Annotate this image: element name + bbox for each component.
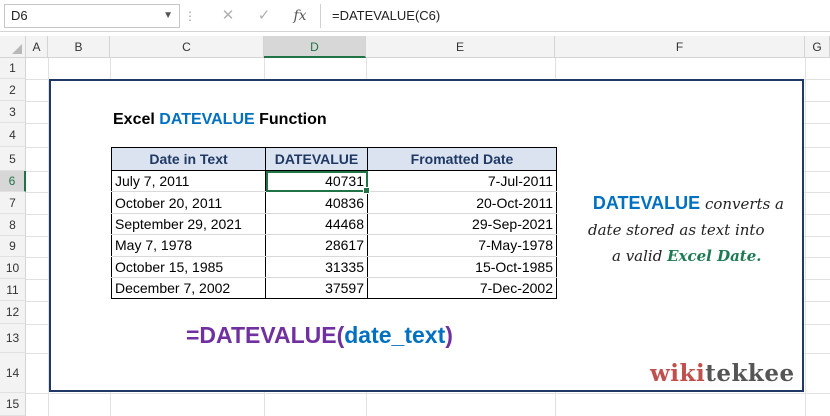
title-highlight: DATEVALUE xyxy=(159,111,255,128)
title-prefix: Excel xyxy=(113,111,160,128)
cell-formatted-date[interactable]: 7-Jul-2011 xyxy=(367,170,557,193)
cell-date-text[interactable]: October 20, 2011 xyxy=(111,191,266,214)
wikitekkee-logo: wikitekkee xyxy=(650,360,795,387)
row-header-3[interactable]: 3 xyxy=(0,101,26,123)
row-header-4[interactable]: 4 xyxy=(0,123,26,147)
function-syntax: =DATEVALUE(date_text) xyxy=(186,322,453,349)
row-header-15[interactable]: 15 xyxy=(0,393,26,416)
syntax-argument: date_text xyxy=(344,322,446,348)
header-date-in-text[interactable]: Date in Text xyxy=(111,147,266,171)
header-datevalue[interactable]: DATEVALUE xyxy=(265,147,368,171)
select-all-button[interactable] xyxy=(0,36,26,58)
cell-date-text[interactable]: December 7, 2002 xyxy=(111,277,266,300)
note-line3-highlight: Excel Date. xyxy=(667,247,762,265)
cell-datevalue[interactable]: 37597 xyxy=(265,277,368,300)
description-note: DATEVALUE converts a date stored as text… xyxy=(572,190,792,269)
column-header-d[interactable]: D xyxy=(264,36,366,58)
cell-formatted-date[interactable]: 7-May-1978 xyxy=(367,234,557,257)
row-header-14[interactable]: 14 xyxy=(0,353,26,393)
row-header-11[interactable]: 11 xyxy=(0,279,26,301)
cell-date-text[interactable]: May 7, 1978 xyxy=(111,234,266,257)
resize-handle-icon[interactable]: ⋮ xyxy=(184,8,196,24)
note-line3-prefix: a valid xyxy=(612,247,668,265)
table-row: October 15, 1985 31335 15-Oct-1985 xyxy=(111,256,557,278)
row-header-2[interactable]: 2 xyxy=(0,79,26,101)
table-row: December 7, 2002 37597 7-Dec-2002 xyxy=(111,277,557,300)
cell-formatted-date[interactable]: 29-Sep-2021 xyxy=(367,213,557,236)
row-header-9[interactable]: 9 xyxy=(0,236,26,257)
cell-date-text[interactable]: July 7, 2011 xyxy=(111,170,266,193)
note-line2: date stored as text into xyxy=(588,221,765,239)
formula-bar-divider xyxy=(320,4,321,28)
page-title: Excel DATEVALUE Function xyxy=(113,111,327,129)
table-row: October 20, 2011 40836 20-Oct-2011 xyxy=(111,191,557,214)
cell-datevalue[interactable]: 44468 xyxy=(265,213,368,236)
cell-formatted-date[interactable]: 20-Oct-2011 xyxy=(367,191,557,214)
formula-input[interactable]: =DATEVALUE(C6) xyxy=(322,4,830,28)
name-box[interactable]: D6 ▼ xyxy=(4,4,180,28)
title-suffix: Function xyxy=(254,111,327,128)
cell-datevalue[interactable]: 40836 xyxy=(265,191,368,214)
cell-formatted-date[interactable]: 15-Oct-1985 xyxy=(367,256,557,278)
table-row: September 29, 2021 44468 29-Sep-2021 xyxy=(111,213,557,236)
row-header-7[interactable]: 7 xyxy=(0,192,26,214)
column-header-e[interactable]: E xyxy=(366,36,555,58)
note-line1: converts a xyxy=(700,195,784,213)
syntax-function: =DATEVALUE( xyxy=(186,322,345,348)
cell-formatted-date[interactable]: 7-Dec-2002 xyxy=(367,277,557,300)
cell-datevalue-active[interactable]: 40731 xyxy=(265,170,371,195)
column-header-a[interactable]: A xyxy=(26,36,48,58)
row-header-8[interactable]: 8 xyxy=(0,214,26,236)
column-header-c[interactable]: C xyxy=(110,36,264,58)
row-header-6[interactable]: 6 xyxy=(0,171,26,192)
datevalue-table: Date in Text DATEVALUE Fromatted Date Ju… xyxy=(111,147,557,300)
formula-bar: D6 ▼ ⋮ ✕ ✓ fx =DATEVALUE(C6) xyxy=(0,0,830,32)
syntax-close: ) xyxy=(445,322,453,348)
logo-part1: wiki xyxy=(650,360,706,387)
row-header-5[interactable]: 5 xyxy=(0,147,26,171)
header-formatted-date[interactable]: Fromatted Date xyxy=(367,147,557,171)
enter-icon[interactable]: ✓ xyxy=(250,4,278,28)
row-header-1[interactable]: 1 xyxy=(0,58,26,79)
column-header-f[interactable]: F xyxy=(555,36,805,58)
cell-datevalue[interactable]: 31335 xyxy=(265,256,368,278)
column-header-g[interactable]: G xyxy=(805,36,830,58)
row-header-12[interactable]: 12 xyxy=(0,301,26,324)
insert-function-icon[interactable]: fx xyxy=(286,4,314,28)
cancel-icon[interactable]: ✕ xyxy=(214,4,242,28)
cell-date-text[interactable]: October 15, 1985 xyxy=(111,256,266,278)
column-header-b[interactable]: B xyxy=(48,36,110,58)
cell-datevalue[interactable]: 28617 xyxy=(265,234,368,257)
cell-date-text[interactable]: September 29, 2021 xyxy=(111,213,266,236)
name-box-value: D6 xyxy=(11,8,28,23)
row-header-13[interactable]: 13 xyxy=(0,324,26,353)
chevron-down-icon[interactable]: ▼ xyxy=(163,5,173,27)
note-keyword: DATEVALUE xyxy=(592,193,701,213)
logo-part2: tekkee xyxy=(705,360,795,387)
table-row: May 7, 1978 28617 7-May-1978 xyxy=(111,234,557,257)
row-header-10[interactable]: 10 xyxy=(0,257,26,279)
table-row: July 7, 2011 40731 7-Jul-2011 xyxy=(111,170,557,195)
